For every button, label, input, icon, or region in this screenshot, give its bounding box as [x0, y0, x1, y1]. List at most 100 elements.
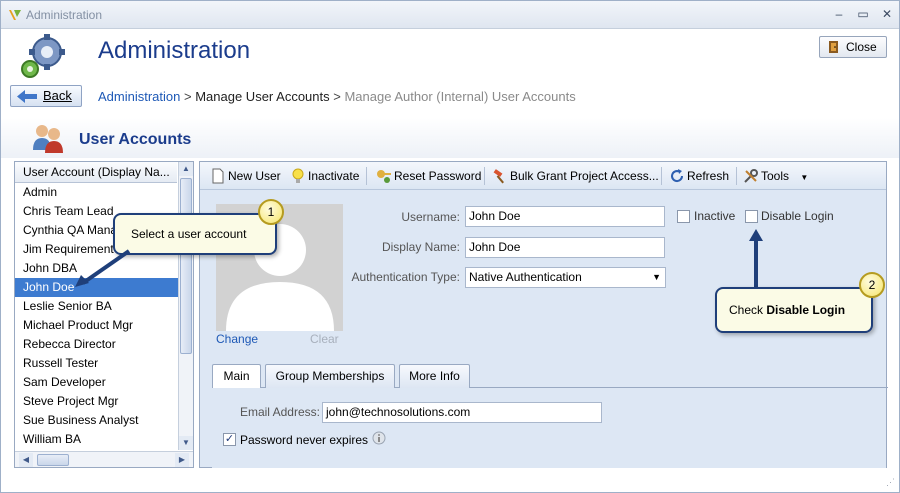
exit-door-icon: [829, 41, 838, 53]
toolbar: New User Inactivate Reset Password Bulk …: [200, 162, 886, 190]
auth-type-select[interactable]: Native Authentication ▼: [465, 267, 666, 288]
callout-select-user: Select a user account: [113, 213, 277, 255]
title-bar: Administration ‒ ▭ ✕: [1, 1, 899, 29]
scroll-down-icon[interactable]: ▼: [179, 436, 193, 450]
callout-1-text: Select a user account: [131, 227, 247, 241]
bulk-grant-label: Bulk Grant Project Access...: [510, 169, 659, 183]
new-user-button[interactable]: New User: [210, 168, 281, 184]
tab-main[interactable]: Main: [212, 364, 261, 389]
scroll-up-icon[interactable]: ▲: [179, 162, 193, 176]
callout-1-arrow-icon: [75, 249, 131, 287]
disable-login-label: Disable Login: [761, 209, 834, 223]
username-field[interactable]: John Doe: [465, 206, 665, 227]
auth-type-label: Authentication Type:: [351, 270, 460, 284]
list-item[interactable]: Russell Tester: [15, 354, 178, 373]
gear-icon: [21, 34, 65, 78]
detail-tabs: Main Group Memberships More Info: [212, 364, 888, 389]
auth-type-value: Native Authentication: [469, 270, 582, 284]
new-user-label: New User: [228, 169, 281, 183]
tools-label: Tools: [761, 169, 790, 183]
reset-password-button[interactable]: Reset Password: [376, 168, 481, 184]
tools-menu-button[interactable]: Tools ▼: [743, 168, 808, 184]
lightbulb-icon: [292, 168, 304, 183]
refresh-button[interactable]: Refresh: [669, 168, 729, 184]
bulk-grant-button[interactable]: Bulk Grant Project Access...: [492, 168, 659, 184]
list-column-header-label: User Account (Display Na...: [23, 165, 170, 179]
scroll-left-icon[interactable]: ◀: [19, 453, 33, 467]
toolbar-separator: [484, 167, 485, 185]
refresh-icon: [671, 169, 684, 183]
breadcrumb-separator: >: [333, 89, 341, 104]
change-photo-link[interactable]: Change: [216, 332, 258, 346]
main-tab-content: Email Address: john@technosolutions.com …: [212, 388, 886, 468]
breadcrumb-separator: >: [184, 89, 192, 104]
step-1-badge: 1: [258, 199, 284, 225]
back-button-label: Back: [43, 88, 72, 103]
refresh-label: Refresh: [687, 169, 730, 183]
breadcrumb-administration[interactable]: Administration: [98, 89, 180, 104]
inactive-checkbox-label: Inactive: [694, 209, 736, 223]
list-item[interactable]: Steve Project Mgr: [15, 392, 178, 411]
gavel-icon: [493, 169, 504, 184]
chevron-down-icon: ▼: [800, 173, 809, 182]
password-never-expires-label: Password never expires: [240, 433, 369, 447]
callout-2-arrow-icon: [749, 229, 763, 287]
tab-group-memberships[interactable]: Group Memberships: [265, 364, 395, 388]
hscroll-thumb[interactable]: [37, 454, 69, 466]
list-item[interactable]: William BA: [15, 430, 178, 449]
toolbar-separator: [736, 167, 737, 185]
list-item[interactable]: Sam Developer: [15, 373, 178, 392]
email-field[interactable]: john@technosolutions.com: [322, 402, 602, 423]
window-title: Administration: [26, 8, 103, 22]
minimize-icon[interactable]: ‒: [831, 6, 847, 22]
inactivate-label: Inactivate: [308, 169, 360, 183]
reset-password-label: Reset Password: [394, 169, 482, 183]
toolbar-separator: [366, 167, 367, 185]
list-item[interactable]: Rebecca Director: [15, 335, 178, 354]
list-item[interactable]: Sue Business Analyst: [15, 411, 178, 430]
vertical-scrollbar[interactable]: ▲ ▼: [178, 162, 193, 450]
breadcrumb-current: Manage Author (Internal) User Accounts: [344, 89, 576, 104]
back-button[interactable]: Back: [10, 85, 82, 107]
breadcrumb-manage-user-accounts[interactable]: Manage User Accounts: [195, 89, 329, 104]
user-account-list: User Account (Display Na... Admin Chris …: [14, 161, 194, 468]
email-label: Email Address:: [239, 405, 320, 419]
inactivate-button[interactable]: Inactivate: [290, 168, 359, 184]
tools-icon: [744, 169, 758, 183]
display-name-field[interactable]: John Doe: [465, 237, 665, 258]
section-title: User Accounts: [79, 131, 192, 148]
close-window-icon[interactable]: ✕: [879, 6, 895, 22]
key-users-icon: [377, 170, 391, 183]
breadcrumb: Administration > Manage User Accounts > …: [98, 89, 576, 104]
list-item[interactable]: Admin: [15, 183, 178, 202]
toolbar-separator: [661, 167, 662, 185]
horizontal-scrollbar[interactable]: ◀ ▶: [15, 451, 193, 467]
disable-login-checkbox[interactable]: [745, 210, 758, 223]
admin-window: Administration ‒ ▭ ✕ Administration Clos…: [0, 0, 900, 493]
users-icon: [33, 125, 63, 153]
inactive-checkbox[interactable]: [677, 210, 690, 223]
tab-more-info[interactable]: More Info: [399, 364, 470, 388]
info-icon[interactable]: [372, 431, 386, 447]
password-never-expires-checkbox[interactable]: ✓: [223, 433, 236, 446]
new-document-icon: [212, 168, 224, 184]
step-2-badge: 2: [859, 272, 885, 298]
scroll-thumb[interactable]: [180, 178, 192, 354]
list-item[interactable]: Michael Product Mgr: [15, 316, 178, 335]
callout-2-text: Check Disable Login: [729, 303, 845, 317]
username-label: Username:: [401, 210, 460, 224]
scroll-right-icon[interactable]: ▶: [175, 453, 189, 467]
resize-grip-icon[interactable]: ⋰: [886, 477, 895, 488]
page-title: Administration: [98, 37, 251, 64]
list-item[interactable]: Leslie Senior BA: [15, 297, 178, 316]
dropdown-arrow-icon: ▼: [652, 272, 661, 282]
maximize-icon[interactable]: ▭: [855, 6, 871, 22]
callout-check-disable-login: Check Disable Login: [715, 287, 873, 333]
clear-photo-link[interactable]: Clear: [310, 332, 339, 346]
list-column-header[interactable]: User Account (Display Na...: [15, 162, 177, 183]
close-button[interactable]: Close: [819, 36, 887, 58]
back-arrow-icon: [17, 90, 37, 103]
callout-2-prefix: Check: [729, 303, 767, 317]
close-button-label: Close: [846, 40, 877, 54]
display-name-label: Display Name:: [381, 240, 460, 254]
